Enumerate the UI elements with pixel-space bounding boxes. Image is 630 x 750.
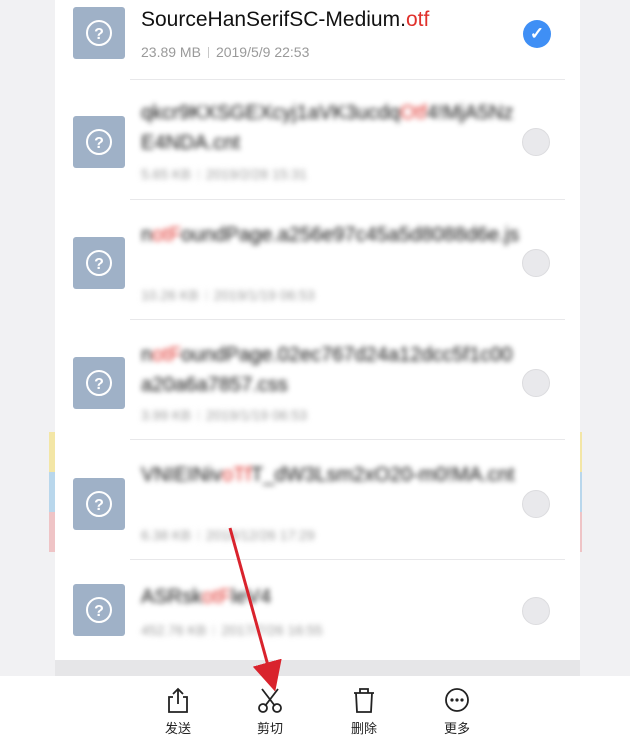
- send-label: 发送: [164, 721, 191, 736]
- file-meta: 3.99 KB 2019/1/19 06:53: [141, 407, 307, 423]
- file-name: SourceHanSerifSC-Medium.otf: [141, 8, 430, 31]
- file-thumbnail: ?: [73, 237, 125, 289]
- select-radio[interactable]: [522, 597, 550, 625]
- file-size: 3.99 KB: [141, 407, 191, 423]
- cut-label: 剪切: [256, 721, 283, 736]
- trash-icon: [354, 688, 374, 713]
- file-size: 6.38 KB: [141, 527, 191, 543]
- file-size: 5.65 KB: [141, 166, 191, 182]
- select-radio[interactable]: [522, 249, 550, 277]
- file-date: 2019/1/19 06:53: [205, 407, 308, 423]
- checkmark-icon: ✓: [529, 24, 545, 43]
- file-date: 2018/12/26 17:29: [205, 527, 315, 543]
- more-label: 更多: [443, 721, 470, 736]
- bottom-toolbar: 发送 剪切 删除 更多: [0, 676, 630, 750]
- delete-label: 删除: [350, 721, 377, 736]
- selected-checkbox[interactable]: ✓: [523, 20, 551, 48]
- file-thumbnail: ?: [73, 7, 125, 59]
- file-meta: 23.89 MB 2019/5/9 22:53: [141, 44, 309, 60]
- file-meta: 10.26 KB 2019/1/19 06:53: [141, 287, 315, 303]
- file-row[interactable]: ? SourceHanSerifSC-Medium.otf 23.89 MB 20…: [55, 0, 580, 80]
- file-row[interactable]: ? qkcr9KXSGEXcyj1aVK3ucdqOtf4!MjA5NzE4ND…: [55, 80, 580, 200]
- file-date: 2017/7/26 16:55: [221, 622, 323, 638]
- file-date: 2019/5/9 22:53: [215, 44, 310, 60]
- file-name: qkcr9KXSGEXcyj1aVK3ucdqOtf4!MjA5NzE4NDA.…: [141, 102, 514, 154]
- question-mark-icon: ?: [86, 597, 112, 623]
- scissors-icon: [258, 688, 282, 713]
- file-row[interactable]: ? ASRskotFleV4 452.76 KB 2017/7/26 16:55: [55, 560, 580, 660]
- file-size: 452.76 KB: [141, 622, 207, 638]
- file-row[interactable]: ? VNIEINivoTfT_dW3Lsm2xO20-m0!MA.cnt 6.3…: [55, 440, 580, 560]
- cut-button[interactable]: 剪切: [240, 686, 300, 737]
- file-meta: 5.65 KB 2019/2/28 15:31: [141, 166, 307, 182]
- question-mark-icon: ?: [86, 20, 112, 46]
- select-radio[interactable]: [522, 128, 550, 156]
- file-row[interactable]: ? notFoundPage.02ec767d24a12dcc5f1c00a20…: [55, 320, 580, 440]
- select-radio[interactable]: [522, 490, 550, 518]
- file-list-card: ? SourceHanSerifSC-Medium.otf 23.89 MB 20…: [55, 0, 580, 750]
- file-name: VNIEINivoTfT_dW3Lsm2xO20-m0!MA.cnt: [141, 464, 515, 486]
- file-date: 2019/1/19 06:53: [213, 287, 315, 303]
- share-icon: [168, 687, 188, 713]
- more-button[interactable]: 更多: [427, 686, 487, 737]
- file-size: 10.26 KB: [141, 287, 199, 303]
- delete-button[interactable]: 删除: [334, 686, 394, 737]
- question-mark-icon: ?: [86, 370, 112, 396]
- question-mark-icon: ?: [86, 129, 112, 155]
- file-thumbnail: ?: [73, 357, 125, 409]
- file-meta: 6.38 KB 2018/12/26 17:29: [141, 527, 315, 543]
- file-size: 23.89 MB: [141, 44, 201, 60]
- send-button[interactable]: 发送: [148, 686, 208, 737]
- file-date: 2019/2/28 15:31: [205, 166, 308, 182]
- file-row[interactable]: ? notFoundPage.a256e97c45a5d8088d6e.js 1…: [55, 200, 580, 320]
- file-meta: 452.76 KB 2017/7/26 16:55: [141, 622, 323, 638]
- question-mark-icon: ?: [86, 250, 112, 276]
- file-name: ASRskotFleV4: [141, 586, 272, 608]
- file-thumbnail: ?: [73, 584, 125, 636]
- file-thumbnail: ?: [73, 116, 125, 168]
- more-dots-icon: [445, 688, 469, 712]
- file-name: notFoundPage.a256e97c45a5d8088d6e.js: [141, 224, 520, 246]
- select-radio[interactable]: [522, 369, 550, 397]
- file-thumbnail: ?: [73, 478, 125, 530]
- question-mark-icon: ?: [86, 491, 112, 517]
- list-footer-gap: [55, 660, 580, 676]
- file-name: notFoundPage.02ec767d24a12dcc5f1c00a20a6…: [141, 344, 513, 396]
